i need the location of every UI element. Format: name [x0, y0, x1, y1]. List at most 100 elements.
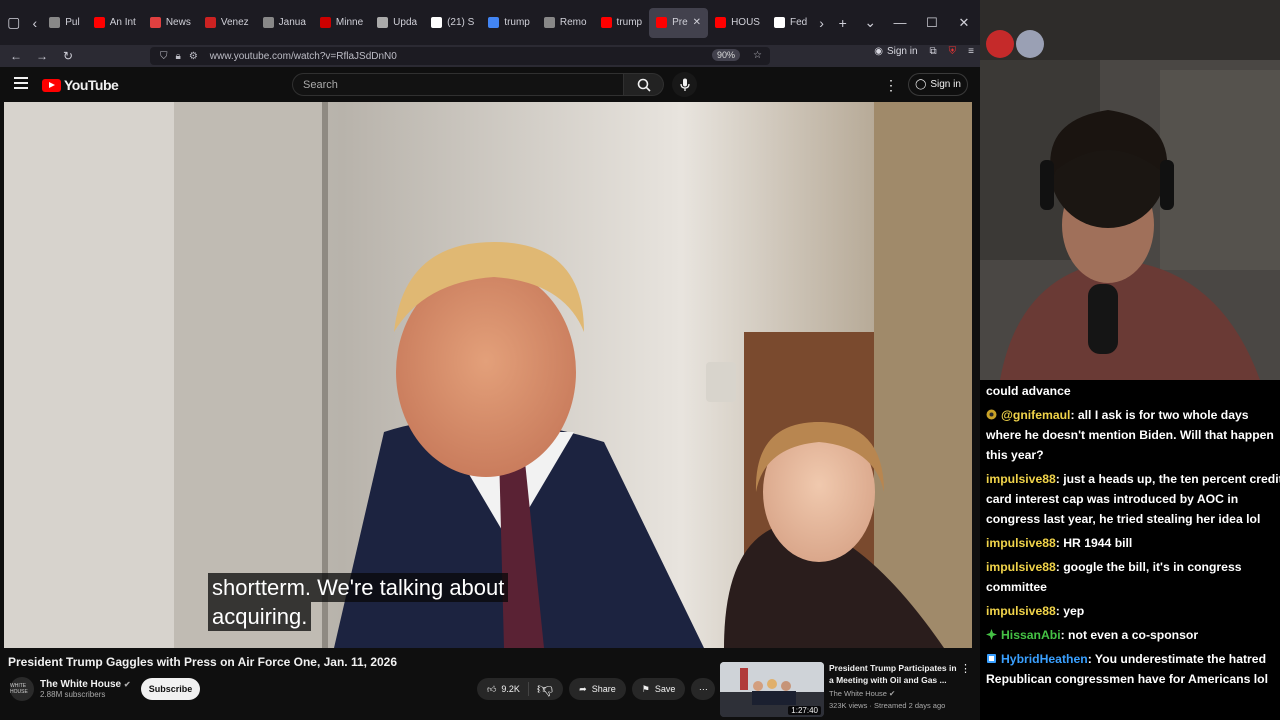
minimize-icon[interactable]: — — [884, 0, 916, 45]
dislike-button[interactable]: 👎︎ — [529, 680, 563, 699]
account-icon: ◉ — [874, 46, 883, 57]
permissions-icon[interactable]: ⚙ — [189, 51, 198, 62]
save-label: Save — [654, 684, 676, 694]
browser-window: ▢ ‹ Pul An Int News Venez Janua Minne Upda (21)… — [0, 0, 980, 720]
like-dislike-group: 👍︎ 9.2K 👎︎ — [477, 678, 564, 700]
chat-text: could advance — [986, 384, 1071, 398]
chat-message: impulsive88: just a heads up, the ten pe… — [986, 469, 1280, 529]
browser-tab[interactable]: trump — [481, 8, 537, 38]
search-input[interactable]: Search — [292, 73, 624, 96]
channel-avatar[interactable]: WHITE HOUSE — [10, 677, 34, 701]
browser-tab[interactable]: Fed — [767, 8, 814, 38]
close-tab-icon[interactable]: ✕ — [693, 17, 701, 28]
browser-tab[interactable]: (21) S — [424, 8, 481, 38]
tab-label: trump — [504, 17, 530, 28]
chat-message: impulsive88: google the bill, it's in co… — [986, 557, 1280, 597]
share-button[interactable]: ➦ Share — [569, 678, 626, 700]
chat-message: HybridHeathen: You underestimate the hat… — [986, 649, 1280, 689]
ublock-icon[interactable]: ⛨ — [949, 46, 957, 57]
subscriber-count: 2.88M subscribers — [40, 690, 106, 699]
youtube-header: YouTube Search ⋮ ◯ Sign in — [0, 67, 980, 102]
caption-line-1: shortterm. We're talking about — [208, 573, 509, 602]
chat-username[interactable]: impulsive88 — [986, 472, 1056, 486]
lock-icon[interactable]: 🔒︎ — [176, 51, 181, 62]
tab-label: (21) S — [447, 17, 475, 28]
tab-favicon-icon — [49, 17, 61, 28]
shield-icon[interactable]: ⛉ — [160, 51, 168, 62]
tab-favicon-icon — [377, 17, 389, 28]
settings-kebab-icon[interactable]: ⋮ — [884, 77, 898, 94]
caption-line-2: acquiring. — [208, 602, 312, 631]
save-button[interactable]: ⚑ Save — [631, 678, 686, 700]
tab-label: News — [165, 17, 191, 28]
tab-label: HOUS — [731, 17, 760, 28]
chat-username[interactable]: HissanAbi — [1001, 628, 1061, 642]
new-tab-icon[interactable]: + — [829, 8, 857, 38]
address-bar[interactable]: ⛉ 🔒︎ ⚙ www.youtube.com/watch?v=RflaJSdDn… — [150, 47, 770, 65]
tab-scroll-right-icon[interactable]: › — [814, 8, 829, 38]
tab-favicon-icon — [656, 17, 668, 28]
tab-favicon-icon — [488, 17, 500, 28]
browser-tab[interactable]: Pul — [42, 8, 86, 38]
tab-scroll-left-icon[interactable]: ‹ — [28, 8, 43, 38]
channel-info[interactable]: WHITE HOUSE The White House ✔ 2.88M subs… — [10, 677, 131, 701]
chat-username[interactable]: impulsive88 — [986, 604, 1056, 618]
chat-username[interactable]: HybridHeathen — [1001, 652, 1088, 666]
thumbs-up-icon: 👍︎ — [487, 683, 497, 694]
recommended-channel[interactable]: The White House — [829, 689, 887, 698]
recommended-video[interactable]: 1:27:40 President Trump Participates in … — [720, 662, 975, 717]
recommended-title[interactable]: President Trump Participates in a Meetin… — [829, 662, 957, 686]
browser-tab[interactable]: Upda — [370, 8, 424, 38]
list-tabs-icon[interactable]: ⌄ — [856, 8, 884, 38]
search-button[interactable] — [624, 73, 664, 96]
browser-tab[interactable]: Janua — [256, 8, 313, 38]
tab-label: Fed — [789, 17, 808, 28]
voice-search-button[interactable] — [672, 72, 697, 97]
chat-message: impulsive88: HR 1944 bill — [986, 533, 1280, 553]
tab-overview-icon[interactable]: ▢ — [0, 8, 28, 38]
youtube-signin-button[interactable]: ◯ Sign in — [908, 73, 968, 96]
chat-username[interactable]: impulsive88 — [986, 536, 1056, 550]
youtube-logo-text: YouTube — [64, 77, 119, 93]
account-signin[interactable]: ◉ Sign in — [874, 46, 917, 57]
reload-icon[interactable]: ↻ — [58, 49, 78, 63]
browser-tab[interactable]: Remo — [537, 8, 594, 38]
nav-bar: ← → ↻ ⛉ 🔒︎ ⚙ www.youtube.com/watch?v=Rfl… — [0, 45, 980, 67]
channel-name[interactable]: The White House — [40, 679, 121, 690]
browser-tab[interactable]: News — [143, 8, 198, 38]
browser-tab[interactable]: An Int — [87, 8, 143, 38]
guide-menu-icon[interactable] — [14, 77, 28, 89]
zoom-level[interactable]: 90% — [711, 49, 740, 61]
back-icon[interactable]: ← — [6, 49, 26, 63]
video-player[interactable]: shortterm. We're talking about acquiring… — [4, 102, 972, 648]
stream-chat: could advance @gnifemaul: all I ask is f… — [980, 380, 1280, 720]
account-signin-label: Sign in — [886, 46, 918, 57]
browser-tab[interactable]: Pre ✕ — [649, 7, 709, 38]
maximize-icon[interactable]: ☐ — [916, 0, 948, 45]
browser-tab[interactable]: Venez — [198, 8, 256, 38]
menu-icon[interactable]: ≡ — [968, 46, 974, 57]
moderator-badge-icon — [986, 626, 997, 640]
more-actions-button[interactable]: ⋯ — [691, 678, 716, 700]
youtube-logo[interactable]: YouTube — [42, 77, 119, 93]
webcam-feed — [980, 0, 1280, 380]
subscribe-button[interactable]: Subscribe — [141, 678, 200, 700]
mic-icon — [679, 78, 690, 91]
browser-tab[interactable]: Minne — [313, 8, 370, 38]
chat-username[interactable]: @gnifemaul — [1001, 408, 1070, 422]
recommended-thumbnail[interactable]: 1:27:40 — [720, 662, 824, 717]
chat-message: could advance — [986, 381, 1280, 401]
close-window-icon[interactable]: ✕ — [948, 0, 980, 45]
recommended-kebab-icon[interactable]: ⋮ — [960, 662, 971, 675]
url-text[interactable]: www.youtube.com/watch?v=RflaJSdDnN0 — [210, 51, 397, 62]
bookmark-star-icon[interactable]: ☆ — [753, 50, 762, 61]
chat-message: @gnifemaul: all I ask is for two whole d… — [986, 405, 1280, 465]
extensions-icon[interactable]: ⧉ — [930, 46, 937, 57]
more-horizontal-icon: ⋯ — [698, 683, 708, 694]
share-label: Share — [591, 684, 616, 694]
chat-username[interactable]: impulsive88 — [986, 560, 1056, 574]
browser-tab[interactable]: HOUS — [708, 8, 767, 38]
browser-tab[interactable]: trump — [594, 8, 650, 38]
like-button[interactable]: 👍︎ 9.2K — [477, 682, 529, 696]
forward-icon[interactable]: → — [32, 49, 52, 63]
